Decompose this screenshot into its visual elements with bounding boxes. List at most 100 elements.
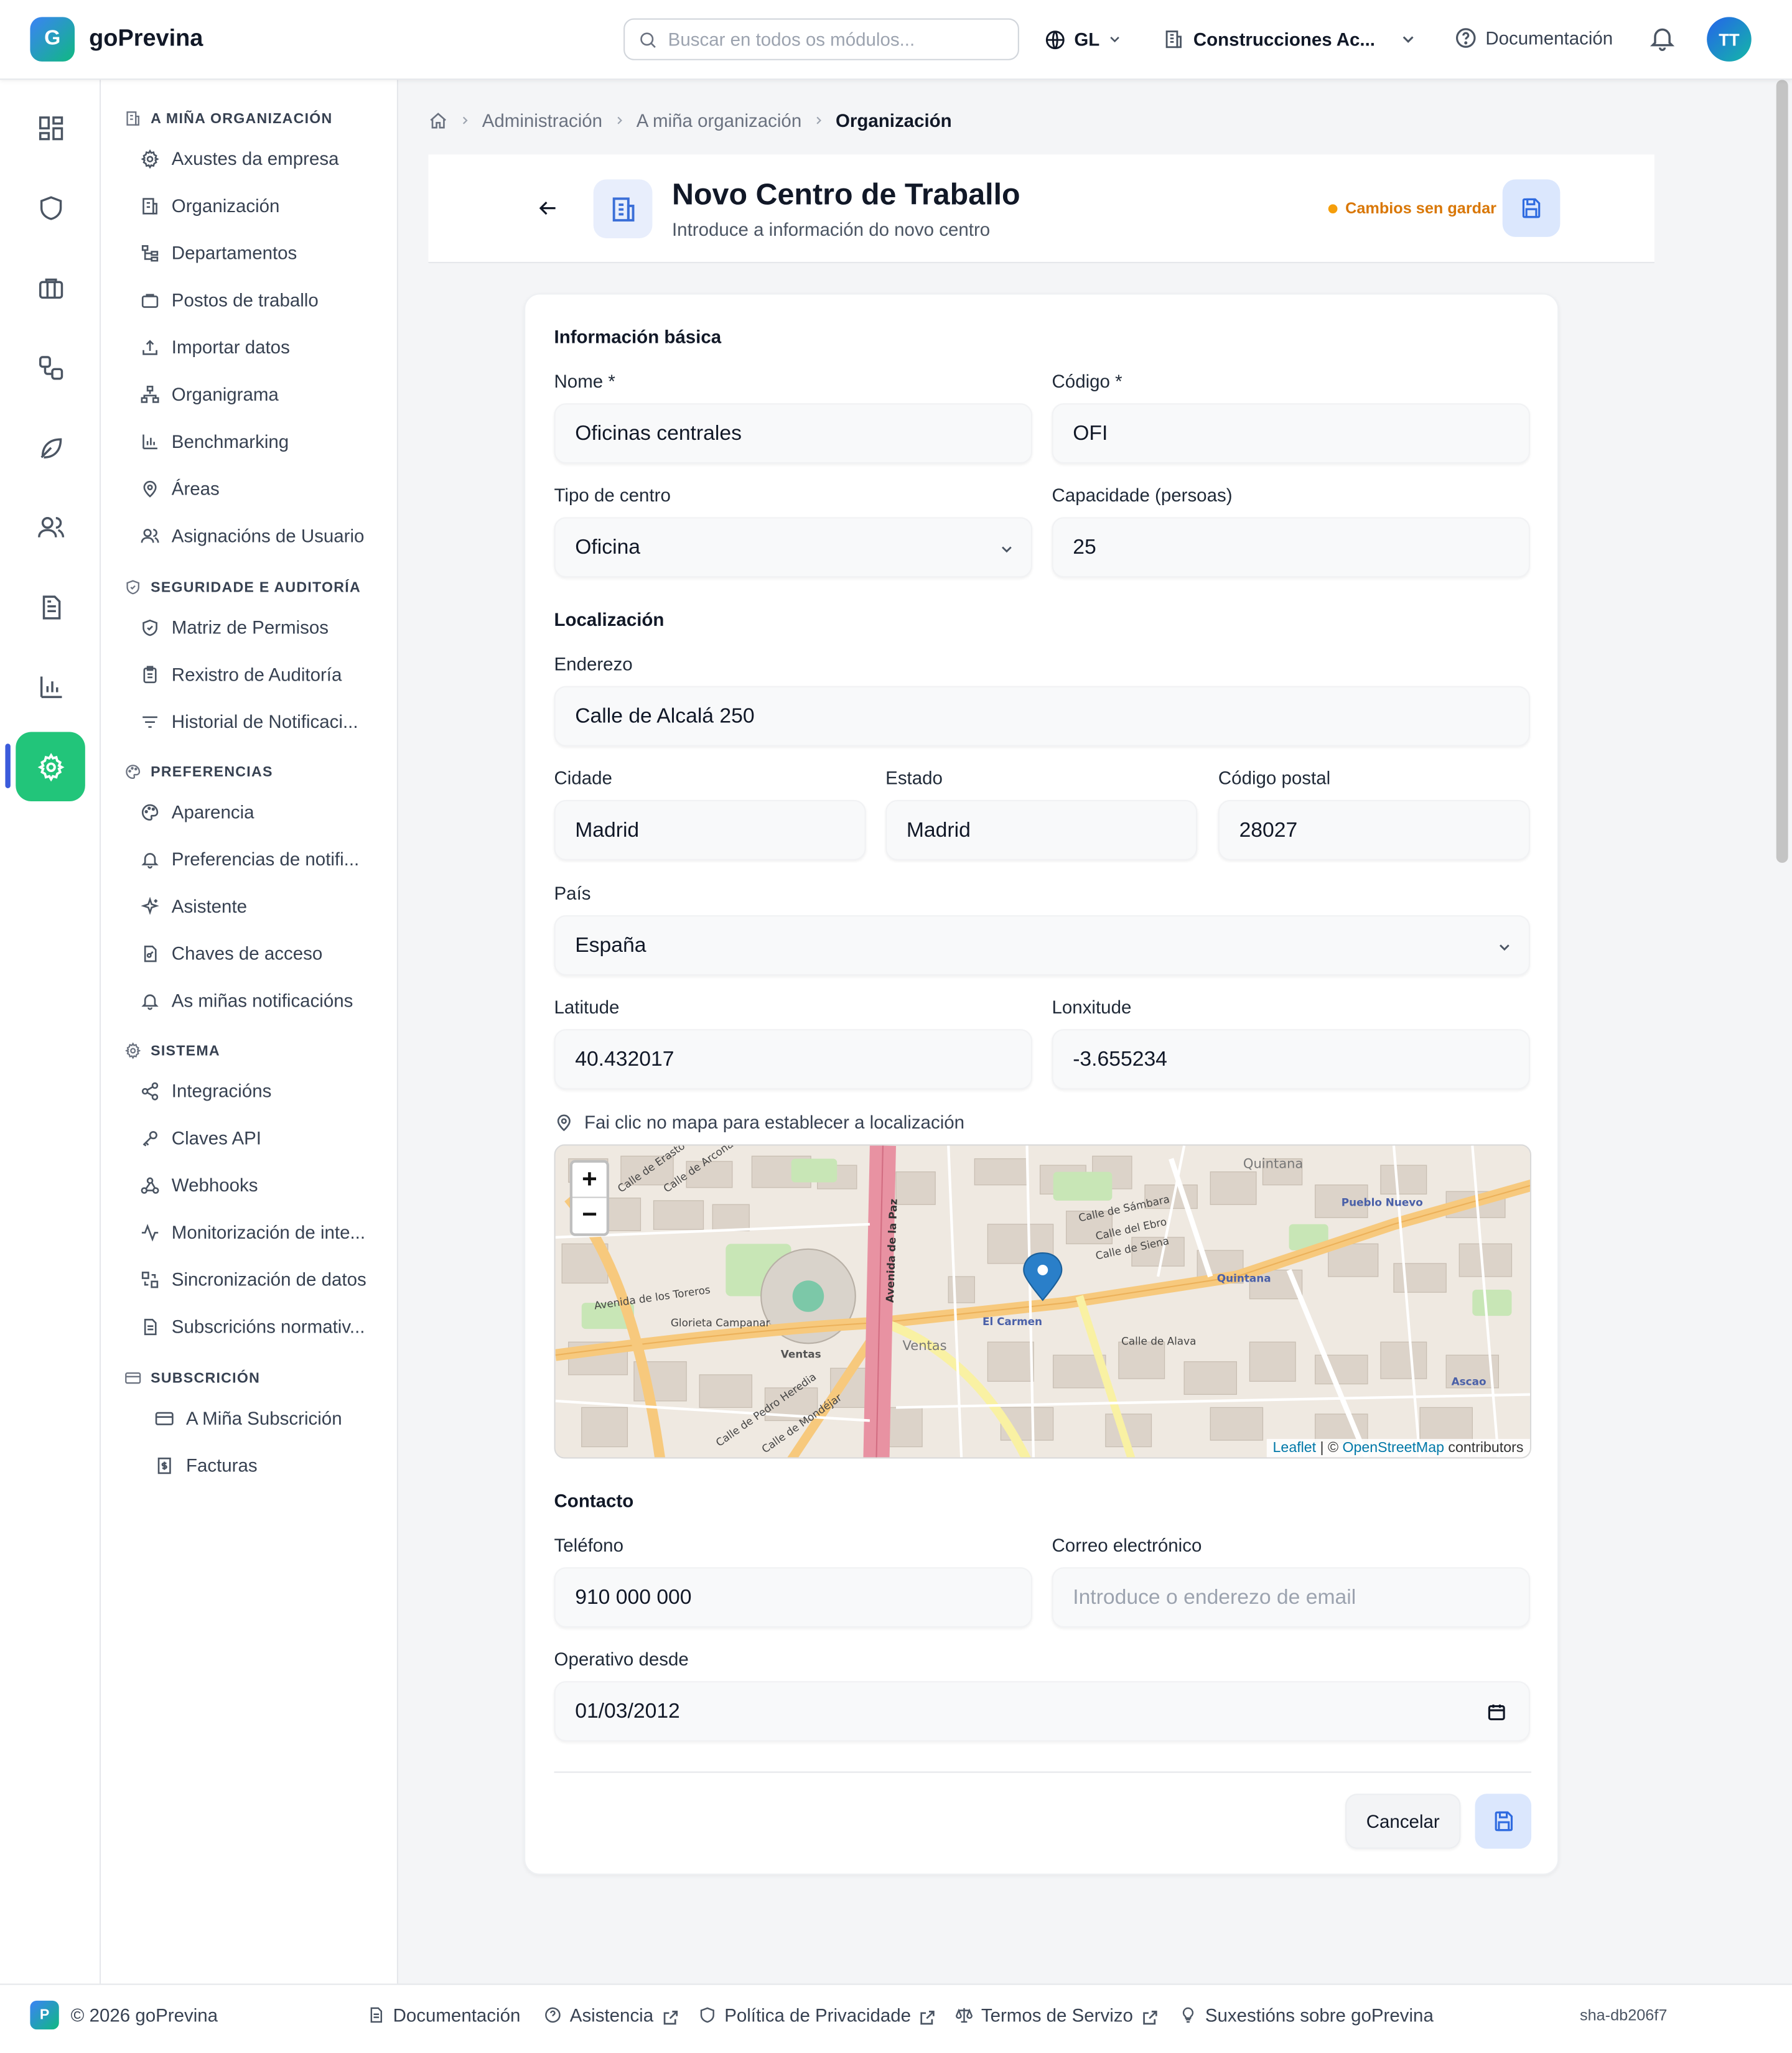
footer-link-label: Documentación [393, 2004, 521, 2026]
location-map[interactable]: Avenida de los Toreros Glorieta Campanar… [554, 1144, 1532, 1459]
phone-input[interactable] [575, 1584, 986, 1613]
rail-people[interactable] [16, 492, 85, 562]
sidebar-item-integrations[interactable]: Integracións [140, 1080, 271, 1101]
leaflet-link[interactable]: Leaflet [1273, 1440, 1317, 1456]
zoom-out-button[interactable]: − [572, 1198, 607, 1234]
rail-documents[interactable] [16, 572, 85, 642]
postal-code-field[interactable] [1218, 799, 1530, 860]
language-selector[interactable]: GL [1044, 26, 1123, 52]
save-button[interactable] [1502, 179, 1561, 237]
footer-link-privacy[interactable]: Política de Privacidade [698, 2004, 935, 2026]
address-input[interactable] [575, 703, 1483, 732]
breadcrumb-administration[interactable]: Administración [482, 110, 602, 131]
documentation-link[interactable]: Documentación [1454, 26, 1613, 50]
longitude-field[interactable] [1052, 1029, 1530, 1090]
sidebar-item-benchmarking[interactable]: Benchmarking [140, 431, 289, 452]
sidebar-item-org-chart[interactable]: Organigrama [140, 384, 279, 404]
sidebar-item-notification-history[interactable]: Historial de Notificaci... [140, 711, 358, 732]
center-type-select[interactable] [554, 517, 1032, 578]
map-attribution: Leaflet | © OpenStreetMap contributors [1266, 1438, 1530, 1458]
footer-link-feedback[interactable]: Suxestións sobre goPrevina [1179, 2004, 1434, 2026]
email-input[interactable] [1073, 1584, 1483, 1613]
operative-since-input[interactable] [575, 1698, 1483, 1727]
user-avatar[interactable]: TT [1707, 17, 1752, 62]
osm-link[interactable]: OpenStreetMap [1342, 1440, 1444, 1456]
country-value[interactable] [575, 932, 1483, 961]
home-icon[interactable] [428, 111, 448, 131]
sidebar-item-appearance[interactable]: Aparencia [140, 801, 254, 822]
sidebar-item-integration-monitoring[interactable]: Monitorización de inte... [140, 1221, 366, 1243]
sidebar-item-my-notifications[interactable]: As miñas notificacións [140, 990, 353, 1011]
search-icon [638, 30, 658, 50]
capacity-input[interactable] [1073, 534, 1483, 563]
sidebar-item-webhooks[interactable]: Webhooks [140, 1175, 258, 1195]
rail-settings[interactable] [16, 732, 85, 802]
center-type-value[interactable] [575, 534, 986, 563]
cancel-button[interactable]: Cancelar [1345, 1794, 1461, 1849]
latitude-input[interactable] [575, 1046, 986, 1075]
sidebar-item-permission-matrix[interactable]: Matriz de Permisos [140, 617, 329, 638]
global-search[interactable] [623, 18, 1019, 60]
sparkles-icon [140, 896, 160, 916]
footer-link-terms[interactable]: Termos de Servizo [955, 2004, 1157, 2026]
sidebar-item-assistant[interactable]: Asistente [140, 896, 247, 916]
building-icon [1163, 29, 1184, 50]
sidebar-item-regulatory-subscriptions[interactable]: Subscricións normativ... [140, 1316, 365, 1337]
zoom-in-button[interactable]: + [572, 1163, 607, 1198]
sidebar-item-job-positions[interactable]: Postos de traballo [140, 289, 319, 310]
rail-workflow[interactable] [16, 333, 85, 403]
sidebar-item-data-sync[interactable]: Sincronización de datos [140, 1269, 366, 1290]
app-logo[interactable]: G [30, 17, 75, 62]
sidebar-item-organization[interactable]: Organización [140, 195, 279, 216]
sidebar-item-audit-log[interactable]: Rexistro de Auditoría [140, 664, 342, 685]
sidebar-item-user-assignments[interactable]: Asignacións de Usuario [140, 525, 364, 546]
longitude-input[interactable] [1073, 1046, 1483, 1075]
sidebar-item-invoices[interactable]: Facturas [154, 1455, 258, 1476]
sidebar-item-departments[interactable]: Departamentos [140, 242, 297, 263]
rail-safety[interactable] [16, 173, 85, 243]
calendar-icon[interactable] [1486, 1702, 1506, 1722]
name-field[interactable] [554, 403, 1032, 464]
email-field[interactable] [1052, 1567, 1530, 1628]
city-input[interactable] [575, 817, 819, 846]
sidebar-item-api-keys[interactable]: Claves API [140, 1127, 261, 1148]
city-field[interactable] [554, 799, 866, 860]
operative-since-field[interactable] [554, 1681, 1530, 1742]
rail-dashboard[interactable] [16, 93, 85, 162]
address-field[interactable] [554, 686, 1530, 747]
rail-environment[interactable] [16, 412, 85, 482]
latitude-field[interactable] [554, 1029, 1032, 1090]
code-input[interactable] [1073, 420, 1483, 449]
company-selector[interactable]: Construcciones Ac... [1163, 26, 1417, 52]
rail-jobs[interactable] [16, 253, 85, 322]
name-input[interactable] [575, 420, 986, 449]
sidebar-item-label: Monitorización de inte... [171, 1221, 366, 1243]
receipt-icon [154, 1455, 174, 1475]
workflow-icon [36, 353, 65, 381]
capacity-field[interactable] [1052, 517, 1530, 578]
code-field[interactable] [1052, 403, 1530, 464]
phone-field[interactable] [554, 1567, 1032, 1628]
search-input[interactable] [668, 26, 1009, 53]
bell-icon[interactable] [1648, 24, 1676, 52]
footer-link-support[interactable]: Asistencia [544, 2004, 678, 2026]
sidebar-item-access-keys[interactable]: Chaves de acceso [140, 943, 322, 964]
sidebar-item-import-data[interactable]: Importar datos [140, 337, 290, 358]
rail-reports[interactable] [16, 652, 85, 722]
sidebar-item-areas[interactable]: Áreas [140, 478, 220, 499]
footer-link-documentation[interactable]: Documentación [366, 2004, 520, 2026]
map-tiles[interactable]: Avenida de los Toreros Glorieta Campanar… [555, 1145, 1531, 1459]
sidebar-item-label: Sincronización de datos [171, 1269, 366, 1290]
country-select[interactable] [554, 915, 1530, 975]
sidebar-item-company-settings[interactable]: Axustes da empresa [140, 148, 338, 169]
footer-link-label: Termos de Servizo [981, 2004, 1133, 2026]
breadcrumb-my-organization[interactable]: A miña organización [637, 110, 801, 131]
sidebar-item-my-subscription[interactable]: A Miña Subscrición [154, 1407, 342, 1428]
state-field[interactable] [885, 799, 1198, 860]
postal-code-input[interactable] [1239, 817, 1483, 846]
back-arrow-icon[interactable] [536, 197, 559, 220]
state-input[interactable] [906, 817, 1150, 846]
sidebar-item-notification-preferences[interactable]: Preferencias de notifi... [140, 849, 359, 869]
save-button[interactable] [1475, 1794, 1532, 1849]
page-scrollbar[interactable] [1776, 80, 1788, 863]
